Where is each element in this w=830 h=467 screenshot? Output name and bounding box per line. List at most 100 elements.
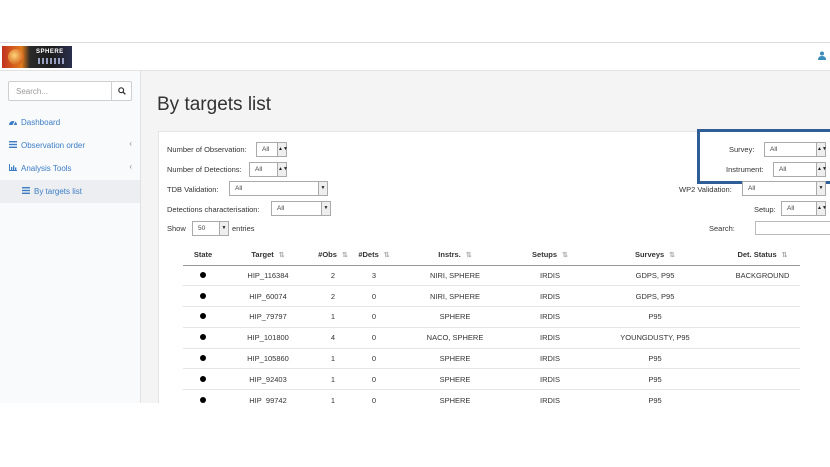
sidebar-item-label: By targets list xyxy=(34,187,83,196)
target-cell[interactable]: HIP_60074 xyxy=(223,285,313,307)
app-window: SPHERE Dashboard Observ xyxy=(0,42,830,403)
bar-chart-icon xyxy=(9,164,18,173)
table-row[interactable]: HIP_105860 1 0 SPHERE IRDIS P95 xyxy=(183,347,800,369)
dets-cell: 0 xyxy=(353,326,395,349)
target-cell[interactable]: HIP_116384 xyxy=(223,264,313,286)
dashboard-icon xyxy=(9,118,18,127)
setups-cell: IRDIS xyxy=(515,368,585,390)
setups-cell: IRDIS xyxy=(515,347,585,369)
surveys-cell: P95 xyxy=(585,306,725,328)
num-observation-select[interactable]: All ▲▼ xyxy=(256,142,288,157)
sphere-logo[interactable]: SPHERE xyxy=(2,46,72,68)
table-row[interactable]: HIP_116384 2 3 NIRI, SPHERE IRDIS GDPS, P95 BA… xyxy=(183,264,800,286)
target-cell[interactable]: HIP_105860 xyxy=(223,347,313,369)
table-search-input[interactable] xyxy=(755,221,830,235)
table-row[interactable]: HIP_79797 1 0 SPHERE IRDIS P95 xyxy=(183,306,800,328)
setup-select[interactable]: All ▲▼ xyxy=(781,201,827,216)
select-value: All xyxy=(787,205,795,212)
user-icon[interactable] xyxy=(818,51,826,63)
table-row[interactable]: HIP_92403 1 0 SPHERE IRDIS P95 xyxy=(183,368,800,390)
chevron-left-icon: ‹ xyxy=(129,139,132,148)
sidebar-item-analysis-tools[interactable]: Analysis Tools ‹ xyxy=(0,157,140,180)
tdb-validation-select[interactable]: All ▼ xyxy=(229,181,328,196)
surveys-cell: P95 xyxy=(585,368,725,390)
table-body: HIP_116384 2 3 NIRI, SPHERE IRDIS GDPS, P95 BA… xyxy=(183,264,800,403)
column-header[interactable]: Surveys ⇅ xyxy=(585,245,725,266)
state-dot-icon xyxy=(200,375,206,382)
column-header-label: Instrs. xyxy=(438,250,461,260)
obs-cell: 1 xyxy=(313,389,353,403)
chevron-left-icon: ‹ xyxy=(129,162,132,171)
tdb-validation-label: TDB Validation: xyxy=(167,185,219,194)
dropdown-arrow-icon: ▲▼ xyxy=(816,202,827,215)
status-cell xyxy=(725,306,800,328)
select-value: All xyxy=(748,185,756,192)
detections-characterisation-select[interactable]: All ▼ xyxy=(271,201,331,216)
instrs-cell: SPHERE xyxy=(395,347,515,369)
surveys-cell: GDPS, P95 xyxy=(585,285,725,307)
select-value: All xyxy=(255,166,263,173)
target-cell[interactable]: HIP_79797 xyxy=(223,306,313,328)
survey-label: Survey: xyxy=(729,145,755,154)
dets-cell: 0 xyxy=(353,368,395,390)
column-header[interactable]: Det. Status ⇅ xyxy=(725,245,800,266)
column-header-label: Setups xyxy=(532,250,558,260)
setups-cell: IRDIS xyxy=(515,389,585,403)
obs-cell: 2 xyxy=(313,285,353,307)
state-dot-icon xyxy=(200,271,206,278)
table-row[interactable]: HIP_60074 2 0 NIRI, SPHERE IRDIS GDPS, P95 xyxy=(183,285,800,307)
state-cell xyxy=(183,285,223,307)
sun-graphic xyxy=(8,49,24,65)
survey-select[interactable]: All ▲▼ xyxy=(764,142,827,157)
state-cell xyxy=(183,389,223,403)
state-dot-icon xyxy=(200,334,206,341)
column-header-label: State xyxy=(193,250,213,260)
state-cell xyxy=(183,347,223,369)
column-header[interactable]: Instrs. ⇅ xyxy=(395,245,515,266)
table-row[interactable]: HIP_101800 4 0 NACO, SPHERE IRDIS YOUNGDUSTY,… xyxy=(183,326,800,349)
setups-cell: IRDIS xyxy=(515,326,585,349)
status-cell xyxy=(725,285,800,307)
search-input[interactable] xyxy=(9,82,111,100)
sidebar-search xyxy=(8,81,132,101)
column-header-label: #Obs xyxy=(318,250,337,260)
main-content: By targets list Number of Observation: A… xyxy=(142,71,830,403)
target-cell[interactable]: HIP_92403 xyxy=(223,368,313,390)
sidebar-item-by-targets-list[interactable]: By targets list xyxy=(0,180,140,203)
status-cell xyxy=(725,326,800,349)
wp2-validation-select[interactable]: All ▼ xyxy=(742,181,826,196)
instrs-cell: NIRI, SPHERE xyxy=(395,285,515,307)
num-detections-select[interactable]: All ▲▼ xyxy=(249,162,288,177)
setup-label: Setup: xyxy=(754,205,776,214)
surveys-cell: P95 xyxy=(585,389,725,403)
instrs-cell: SPHERE xyxy=(395,389,515,403)
table-row[interactable]: HIP_99742 1 0 SPHERE IRDIS P95 xyxy=(183,389,800,403)
column-header[interactable]: #Dets ⇅ xyxy=(353,245,395,266)
state-dot-icon xyxy=(200,355,206,362)
sort-icon: ⇅ xyxy=(669,252,676,260)
sidebar-nav: Dashboard Observation order ‹ Analysis T… xyxy=(0,111,140,203)
instrument-select[interactable]: All ▲▼ xyxy=(773,162,827,177)
entries-per-page-select[interactable]: 50 ▼ xyxy=(192,221,229,236)
detections-characterisation-label: Detections characterisation: xyxy=(167,205,260,214)
status-cell xyxy=(725,389,800,403)
dets-cell: 0 xyxy=(353,389,395,403)
entries-label: entries xyxy=(232,224,255,233)
sort-icon: ⇅ xyxy=(383,252,390,260)
sort-icon: ⇅ xyxy=(341,252,348,260)
setups-cell: IRDIS xyxy=(515,264,585,286)
sidebar-item-dashboard[interactable]: Dashboard xyxy=(0,111,140,134)
column-header[interactable]: Setups ⇅ xyxy=(515,245,585,266)
column-header[interactable]: Target ⇅ xyxy=(223,245,313,266)
sidebar-item-observation-order[interactable]: Observation order ‹ xyxy=(0,134,140,157)
wp2-validation-label: WP2 Validation: xyxy=(679,185,732,194)
target-cell[interactable]: HIP_99742 xyxy=(223,389,313,403)
state-cell xyxy=(183,264,223,286)
dropdown-arrow-icon: ▼ xyxy=(318,182,327,195)
search-button[interactable] xyxy=(111,82,131,100)
column-header[interactable]: #Obs ⇅ xyxy=(313,245,353,266)
dropdown-arrow-icon: ▲▼ xyxy=(277,143,288,156)
column-header-label: Surveys xyxy=(634,250,665,260)
target-cell[interactable]: HIP_101800 xyxy=(223,326,313,349)
targets-table: State Target ⇅ #Obs ⇅ #Dets ⇅ Instrs. ⇅ Setups ⇅ Su… xyxy=(183,245,800,403)
